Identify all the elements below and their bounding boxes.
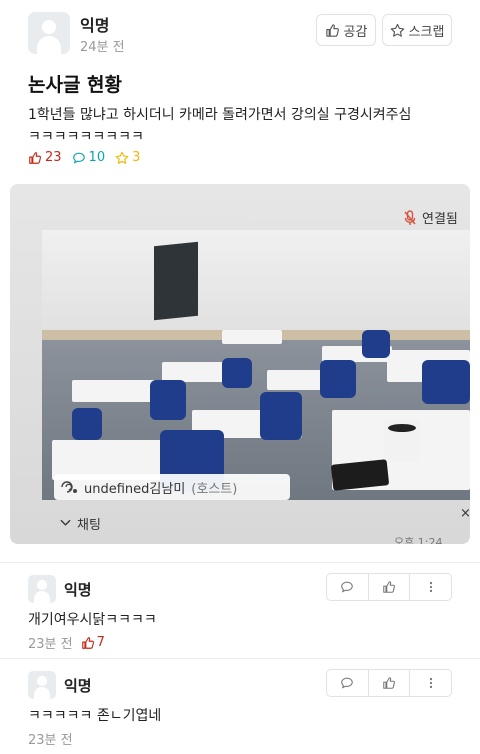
- scrap-button-label: 스크랩: [408, 24, 445, 40]
- mic-off-icon: [404, 209, 416, 225]
- comment-meta: 23분 전: [28, 729, 73, 748]
- connection-status-label: 연결됨: [422, 212, 458, 227]
- connection-status: 연결됨: [404, 208, 458, 227]
- star-icon: [390, 23, 404, 37]
- comment-time: 23분 전: [28, 733, 73, 748]
- comment-text: ㅋㅋㅋㅋㅋ 존ㄴ기엽네: [28, 708, 162, 724]
- post-stats: 23 10 3: [28, 150, 140, 165]
- like-button[interactable]: 공감: [316, 14, 376, 46]
- star-icon: [115, 151, 129, 164]
- more-vertical-icon: [429, 677, 432, 689]
- host-tag: (호스트): [191, 481, 238, 497]
- like-count-value: 23: [45, 150, 62, 165]
- thumbs-up-icon: [29, 151, 42, 164]
- attached-photo[interactable]: 연결됨 undefined김남미 (호스트) 채팅 × 오후 1:24: [10, 184, 470, 544]
- reply-button[interactable]: [327, 574, 369, 600]
- scrap-button[interactable]: 스크랩: [382, 14, 452, 46]
- host-label: undefined김남미 (호스트): [54, 474, 290, 500]
- comment-meta: 23분 전 7: [28, 633, 105, 652]
- reply-button[interactable]: [327, 670, 369, 696]
- post-author: 익명: [80, 16, 110, 35]
- thumbs-up-icon: [81, 636, 94, 649]
- comment-item: 익명 ㅋㅋㅋㅋㅋ 존ㄴ기엽네 23분 전: [0, 658, 480, 754]
- chat-time: 오후 1:24: [394, 536, 443, 544]
- more-vertical-icon: [429, 581, 432, 593]
- author-avatar: [28, 12, 70, 54]
- post-time: 24분 전: [80, 40, 125, 55]
- comment-count: 10: [72, 150, 106, 165]
- host-name: undefined김남미: [84, 481, 186, 497]
- classroom-scene: [42, 230, 470, 500]
- comment-text: 개기여우시닭ㅋㅋㅋㅋ: [28, 612, 157, 628]
- comment-author: 익명: [64, 677, 92, 695]
- speech-bubble-icon: [341, 581, 354, 593]
- comment-author: 익명: [64, 581, 92, 599]
- like-count: 23: [28, 150, 62, 165]
- comment-actions: [326, 669, 452, 697]
- post-body-line: ㅋㅋㅋㅋㅋㅋㅋㅋㅋ: [28, 129, 144, 145]
- comment-time: 23분 전: [28, 637, 73, 652]
- comment-item: 익명 개기여우시닭ㅋㅋㅋㅋ 23분 전 7: [0, 562, 480, 654]
- audio-wave-icon: [61, 481, 77, 493]
- close-icon: ×: [460, 506, 470, 521]
- post-body-line: 1학년들 많냐고 하시더니 카메라 돌려가면서 강의실 구경시켜주심: [28, 107, 412, 123]
- scrap-count: 3: [115, 150, 140, 165]
- comment-avatar: [28, 671, 56, 699]
- chat-toggle: 채팅: [60, 514, 101, 533]
- comment-avatar: [28, 575, 56, 603]
- more-options-button[interactable]: [410, 574, 451, 600]
- thumbs-up-icon: [383, 677, 395, 689]
- comment-count-value: 10: [88, 150, 106, 165]
- more-options-button[interactable]: [410, 670, 451, 696]
- speech-bubble-icon: [72, 152, 85, 163]
- chat-label: 채팅: [77, 518, 101, 533]
- comment-like-count: 7: [81, 635, 105, 650]
- chevron-down-icon: [60, 516, 71, 531]
- post-title: 논사글 현황: [28, 74, 123, 96]
- post-body: 1학년들 많냐고 하시더니 카메라 돌려가면서 강의실 구경시켜주심 ㅋㅋㅋㅋㅋ…: [28, 104, 468, 148]
- scrap-count-value: 3: [132, 150, 141, 165]
- comment-like-button[interactable]: [369, 670, 411, 696]
- speech-bubble-icon: [341, 677, 354, 689]
- post-header: 익명 24분 전 공감 스크랩: [0, 0, 480, 64]
- comment-like-button[interactable]: [369, 574, 411, 600]
- thumbs-up-icon: [383, 581, 395, 593]
- comment-actions: [326, 573, 452, 601]
- like-button-label: 공감: [343, 24, 368, 40]
- thumbs-up-icon: [325, 23, 339, 37]
- comment-like-value: 7: [96, 635, 105, 650]
